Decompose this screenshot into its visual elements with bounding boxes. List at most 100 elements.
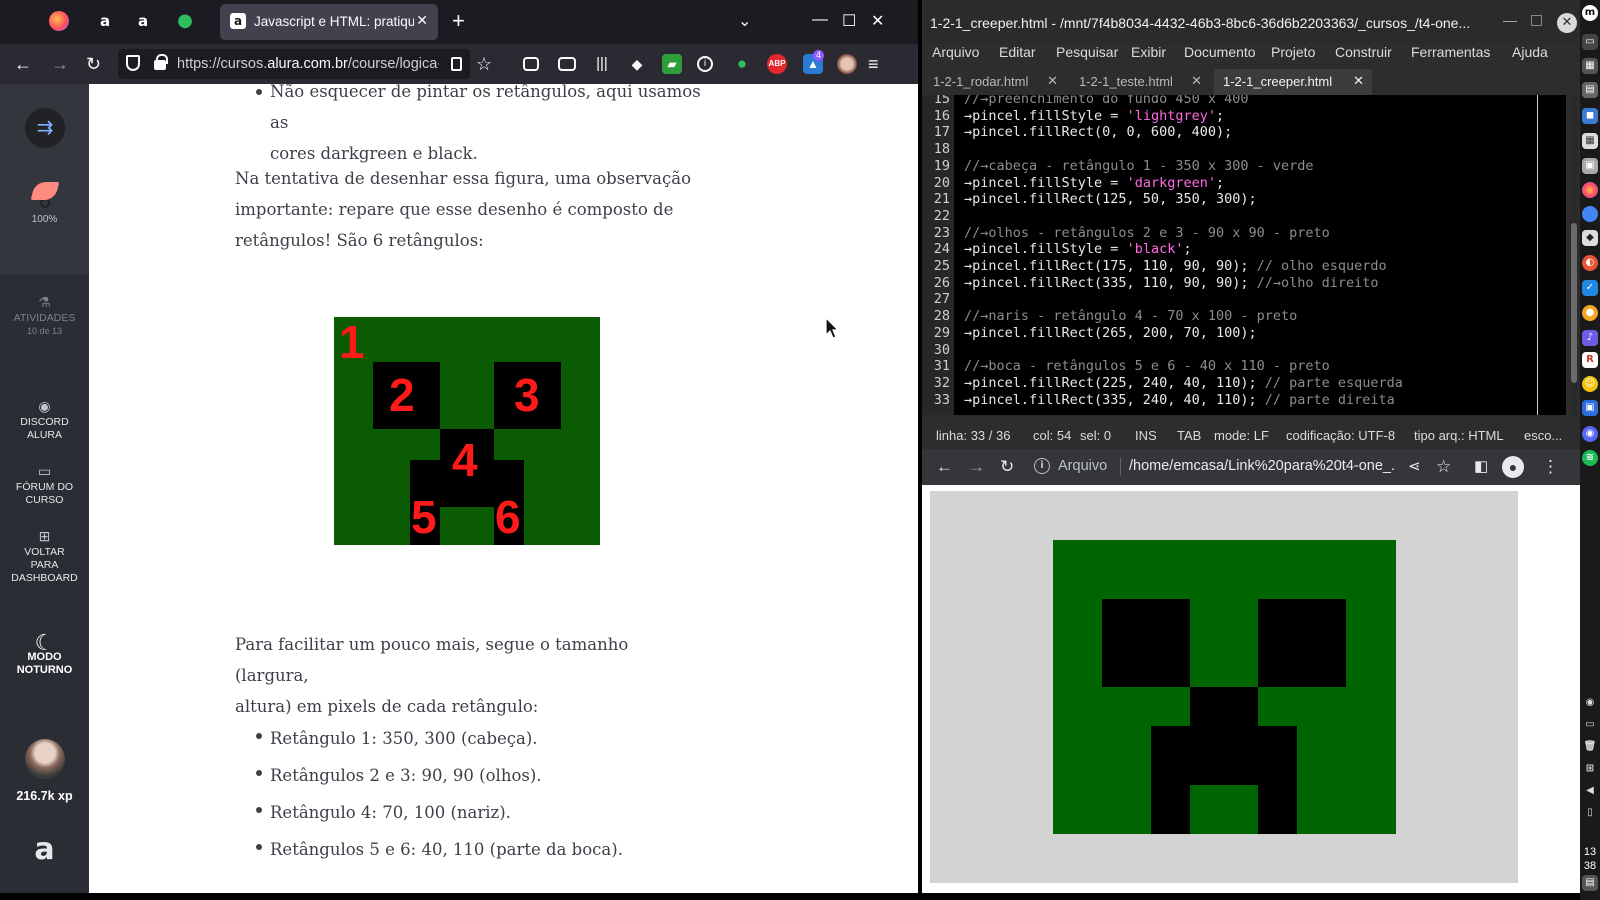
tracking-shield-icon[interactable] <box>126 55 140 71</box>
forward-arrow-icon[interactable]: → <box>968 457 985 477</box>
code-text[interactable]: →pincel.fillRect(125, 50, 350, 300); <box>964 191 1257 208</box>
menu-ferramentas[interactable]: Ferramentas <box>1411 44 1490 60</box>
spotify-icon[interactable]: ≋ <box>1582 450 1598 466</box>
network-icon[interactable]: ⊞ <box>1582 761 1598 777</box>
calculator-icon[interactable]: ▦ <box>1582 133 1598 149</box>
lock-icon[interactable] <box>154 54 168 70</box>
back-arrow-icon[interactable]: ← <box>14 53 32 75</box>
code-line[interactable]: 20 →pincel.fillStyle = 'darkgreen'; <box>922 175 1562 192</box>
menu-arquivo[interactable]: Arquivo <box>932 44 979 60</box>
expand-menu-icon[interactable]: ⇉ <box>25 108 65 148</box>
code-line[interactable]: 31 //→boca - retângulos 5 e 6 - 40 x 110 … <box>922 358 1562 375</box>
address-bar[interactable]: https://cursos.alura.com.br/course/logic… <box>118 49 470 79</box>
info-extension-icon[interactable]: i <box>697 56 713 72</box>
menu-construir[interactable]: Construir <box>1335 44 1392 60</box>
close-tab-icon[interactable]: ✕ <box>1191 73 1202 89</box>
code-text[interactable]: →pincel.fillRect(335, 240, 40, 110); // … <box>964 392 1395 409</box>
menu-ajuda[interactable]: Ajuda <box>1512 44 1548 60</box>
scrollbar-thumb[interactable] <box>1571 223 1577 383</box>
tab-rodar[interactable]: 1-2-1_rodar.html ✕ <box>924 69 1066 95</box>
sidebar-item-forum[interactable]: ▭ FÓRUM DO CURSO <box>0 464 89 507</box>
maximize-button[interactable] <box>1531 15 1542 26</box>
app-icon[interactable]: ◼ <box>1582 108 1598 124</box>
code-line[interactable]: 16 →pincel.fillStyle = 'lightgrey'; <box>922 108 1562 125</box>
user-avatar[interactable] <box>25 739 65 779</box>
code-line[interactable]: 22 <box>922 208 1562 225</box>
site-info-icon[interactable]: i <box>1034 458 1050 474</box>
trash-icon[interactable]: 🗑 <box>1582 739 1598 755</box>
menu-projeto[interactable]: Projeto <box>1271 44 1315 60</box>
code-line[interactable]: 30 <box>922 342 1562 359</box>
chrome-address-bar[interactable]: i Arquivo /home/emcasa/Link%20para%20t4-… <box>1034 454 1394 480</box>
code-text[interactable]: →pincel.fillStyle = 'lightgrey'; <box>964 108 1224 125</box>
app-icon[interactable]: ♪ <box>1582 330 1598 346</box>
evernote-pinned-tab-icon[interactable]: ● <box>174 10 196 32</box>
launcher-icon[interactable]: m <box>1582 5 1598 21</box>
discord-dock-icon[interactable]: ◉ <box>1582 426 1598 442</box>
pocket-icon[interactable] <box>523 57 539 71</box>
bookmark-star-icon[interactable]: ☆ <box>1436 457 1451 477</box>
sidebar-item-discord[interactable]: ◉ DISCORD ALURA <box>0 399 89 442</box>
app-icon[interactable]: ◐ <box>1582 255 1598 271</box>
app-icon[interactable]: ▦ <box>1582 58 1598 74</box>
menu-pesquisar[interactable]: Pesquisar <box>1056 44 1118 60</box>
minimize-button[interactable]: — <box>812 11 828 29</box>
code-line[interactable]: 23 //→olhos - retângulos 2 e 3 - 90 x 90 … <box>922 225 1562 242</box>
close-tab-icon[interactable]: ✕ <box>1047 73 1058 89</box>
menu-editar[interactable]: Editar <box>999 44 1036 60</box>
code-line[interactable]: 21 →pincel.fillRect(125, 50, 350, 300); <box>922 191 1562 208</box>
account-avatar-icon[interactable] <box>837 54 857 74</box>
code-line[interactable]: 33 →pincel.fillRect(335, 240, 40, 110); /… <box>922 392 1562 409</box>
firefox-dock-icon[interactable] <box>1582 182 1598 198</box>
minimize-button[interactable]: — <box>1503 12 1517 28</box>
sidebar-toggle-icon[interactable] <box>558 57 576 71</box>
code-line[interactable]: 32 →pincel.fillRect(225, 240, 40, 110); /… <box>922 375 1562 392</box>
app-icon[interactable]: ● <box>1582 305 1598 321</box>
code-text[interactable]: →pincel.fillRect(265, 200, 70, 100); <box>964 325 1257 342</box>
code-line[interactable]: 28 //→naris - retângulo 4 - 70 x 100 - pr… <box>922 308 1562 325</box>
code-editor[interactable]: 15 //→preenchimento do fundo 450 x 400 16 →… <box>922 95 1566 415</box>
menu-documento[interactable]: Documento <box>1184 44 1256 60</box>
green-extension-icon[interactable]: ▰ <box>662 54 682 74</box>
code-text[interactable]: //→naris - retângulo 4 - 70 x 100 - pret… <box>964 308 1297 325</box>
alura-pinned-tab-icon[interactable]: a <box>132 10 154 32</box>
tab-teste[interactable]: 1-2-1_teste.html ✕ <box>1070 69 1210 95</box>
close-tab-icon[interactable]: ✕ <box>416 12 428 29</box>
firefox-icon[interactable] <box>49 11 69 31</box>
app-icon[interactable]: ▤ <box>1582 82 1598 98</box>
code-line[interactable]: 25 →pincel.fillRect(175, 110, 90, 90); //… <box>922 258 1562 275</box>
code-text[interactable]: //→olhos - retângulos 2 e 3 - 90 x 90 - … <box>964 225 1330 242</box>
night-mode-toggle[interactable]: ☾ MODO NOTURNO <box>0 632 89 677</box>
clipboard-icon[interactable]: ▯ <box>1582 805 1598 821</box>
bookmark-star-icon[interactable]: ☆ <box>476 53 492 75</box>
kebab-menu-icon[interactable]: ⋮ <box>1542 457 1559 477</box>
profile-avatar-icon[interactable]: ● <box>1502 456 1524 478</box>
close-tab-icon[interactable]: ✕ <box>1353 73 1364 89</box>
evernote-extension-icon[interactable]: ● <box>732 54 752 74</box>
reader-view-icon[interactable] <box>451 57 462 71</box>
code-text[interactable]: //→preenchimento do fundo 450 x 400 <box>964 95 1248 108</box>
list-tabs-icon[interactable]: ⌄ <box>738 11 751 31</box>
alura-pinned-tab-icon[interactable]: a <box>94 10 116 32</box>
code-text[interactable]: →pincel.fillStyle = 'black'; <box>964 241 1192 258</box>
app-icon[interactable]: ▣ <box>1582 158 1598 174</box>
forward-arrow-icon[interactable]: → <box>51 53 69 75</box>
app-icon[interactable]: ☺ <box>1582 376 1598 392</box>
tab-creeper[interactable]: 1-2-1_creeper.html ✕ <box>1214 69 1372 95</box>
library-icon[interactable]: ||| <box>592 54 612 74</box>
discord-tray-icon[interactable]: ◉ <box>1582 695 1598 711</box>
code-text[interactable]: →pincel.fillRect(225, 240, 40, 110); // … <box>964 375 1403 392</box>
side-panel-icon[interactable]: ◧ <box>1474 457 1488 477</box>
code-line[interactable]: 19 //→cabeça - retângulo 1 - 350 x 300 - … <box>922 158 1562 175</box>
extension-puzzle-icon[interactable]: ◆ <box>627 54 647 74</box>
new-tab-button[interactable]: + <box>452 9 465 33</box>
reload-icon[interactable]: ↻ <box>86 53 101 75</box>
code-text[interactable]: →pincel.fillStyle = 'darkgreen'; <box>964 175 1224 192</box>
volume-icon[interactable]: ◀ <box>1582 783 1598 799</box>
adblock-plus-icon[interactable]: ABP <box>767 54 787 74</box>
app-icon[interactable]: ◆ <box>1582 230 1598 246</box>
tray-icon[interactable]: ▭ <box>1582 717 1598 733</box>
editor-scrollbar[interactable] <box>1570 95 1578 415</box>
terminal-icon[interactable]: ▭ <box>1582 34 1598 50</box>
app-icon[interactable]: ▣ <box>1582 400 1598 416</box>
